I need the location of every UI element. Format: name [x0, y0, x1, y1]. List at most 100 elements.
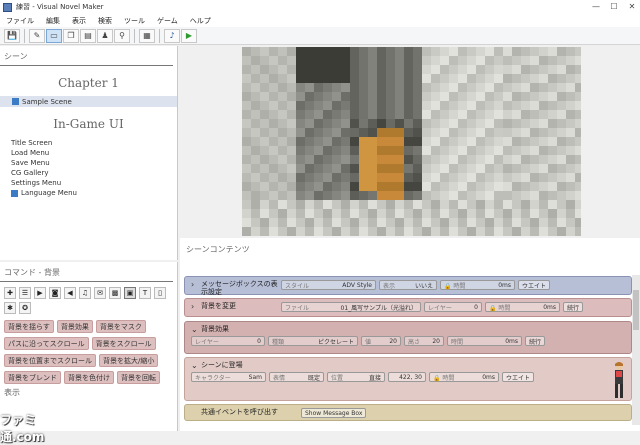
- add-category-button[interactable]: ✚: [4, 287, 16, 299]
- preview-pixel: [440, 110, 449, 119]
- sound-category-button[interactable]: ♫: [79, 287, 91, 299]
- expand-arrow-icon[interactable]: ›: [191, 302, 201, 311]
- expand-arrow-icon[interactable]: ›: [191, 280, 201, 289]
- scene-preview[interactable]: [242, 47, 581, 236]
- save-button[interactable]: 💾: [4, 28, 20, 43]
- effect-category-button[interactable]: ✪: [19, 302, 31, 314]
- command-button[interactable]: 背景をスクロール: [91, 337, 156, 350]
- command-field[interactable]: キャラクター Sam: [191, 372, 266, 382]
- command-row[interactable]: ⌄ 背景効果レイヤー 0 種類 ピクセレート 値 20 高さ 20 時間 0ms 続行: [184, 321, 632, 354]
- document-button[interactable]: ▤: [80, 28, 96, 43]
- command-button[interactable]: 背景を揺らす: [4, 320, 54, 333]
- preview-pixel: [368, 83, 377, 92]
- command-field[interactable]: 🔒 時間 0ms: [429, 372, 499, 382]
- ingame-item[interactable]: Title Screen: [0, 138, 177, 148]
- command-button[interactable]: パスに沿ってスクロール: [4, 337, 89, 350]
- command-button[interactable]: 背景を色付け: [64, 371, 114, 384]
- close-button[interactable]: ✕: [626, 1, 638, 12]
- preview-pixel: [512, 155, 521, 164]
- preview-pixel: [575, 227, 581, 236]
- database-button[interactable]: ▦: [139, 28, 155, 43]
- command-name: 背景効果: [201, 325, 229, 333]
- command-button[interactable]: 背景をブレンド: [4, 371, 61, 384]
- command-row[interactable]: › メッセージボックスの表示設定 スタイル ADV Style 表示 いいえ 🔒 時間 0ms…: [184, 276, 632, 296]
- command-field[interactable]: スタイル ADV Style: [281, 280, 376, 290]
- command-field[interactable]: 422, 30: [388, 372, 426, 382]
- link-button[interactable]: ⚲: [114, 28, 130, 43]
- ingame-item[interactable]: Settings Menu: [0, 178, 177, 188]
- toolbar-separator: [134, 28, 135, 43]
- preview-pixel: [287, 173, 296, 182]
- expand-arrow-icon[interactable]: ⌄: [191, 361, 201, 370]
- scrollbar-thumb[interactable]: [633, 290, 639, 330]
- menu-item-0[interactable]: ファイル: [6, 16, 34, 26]
- command-button[interactable]: 背景を回転: [117, 371, 160, 384]
- ingame-item[interactable]: Load Menu: [0, 148, 177, 158]
- settings-category-button[interactable]: ✱: [4, 302, 16, 314]
- ingame-item[interactable]: Language Menu: [0, 188, 177, 198]
- command-button[interactable]: 背景を拡大/縮小: [99, 354, 159, 367]
- preview-pixel: [359, 146, 368, 155]
- command-option[interactable]: ウエイト: [518, 280, 551, 290]
- command-button[interactable]: 背景効果: [56, 320, 93, 333]
- command-option[interactable]: Show Message Box: [301, 408, 367, 418]
- copy-button[interactable]: ❐: [63, 28, 79, 43]
- preview-pixel: [512, 200, 521, 209]
- command-option[interactable]: 続行: [563, 302, 584, 312]
- command-button[interactable]: 背景を位置までスクロール: [4, 354, 96, 367]
- command-field[interactable]: 位置 直接: [327, 372, 385, 382]
- command-row[interactable]: ⌄ シーンに登場 キャラクター Sam 表情 既定 位置 直接 422, 30 🔒 時間 0ms ウエ…: [184, 357, 632, 401]
- menu-item-4[interactable]: ツール: [124, 16, 145, 26]
- command-field[interactable]: 🔒 時間 0ms: [485, 302, 560, 312]
- music-button[interactable]: ♪: [164, 28, 180, 43]
- camera-category-button[interactable]: ◙: [49, 287, 61, 299]
- command-field[interactable]: ファイル 01_風写サンプル（光溢れ）: [281, 302, 421, 312]
- preview-pixel: [557, 128, 566, 137]
- preview-pixel: [575, 128, 581, 137]
- preview-pixel: [296, 227, 305, 236]
- scene-item-sample[interactable]: Sample Scene: [0, 96, 177, 107]
- command-field[interactable]: 🔒 時間 0ms: [440, 280, 515, 290]
- audio-category-button[interactable]: ◀: [64, 287, 76, 299]
- preview-pixel: [287, 56, 296, 65]
- pencil-button[interactable]: ✎: [29, 28, 45, 43]
- menu-item-5[interactable]: ゲーム: [157, 16, 178, 26]
- layer-category-button[interactable]: T: [139, 287, 151, 299]
- preview-pixel: [449, 56, 458, 65]
- ingame-item[interactable]: CG Gallery: [0, 168, 177, 178]
- menu-item-2[interactable]: 表示: [72, 16, 86, 26]
- preview-pixel: [413, 65, 422, 74]
- command-row[interactable]: 共通イベントを呼び出す Show Message Box: [184, 404, 632, 421]
- preview-pixel: [557, 164, 566, 173]
- command-field[interactable]: 表情 既定: [269, 372, 324, 382]
- ingame-item[interactable]: Save Menu: [0, 158, 177, 168]
- command-field[interactable]: 高さ 20: [404, 336, 444, 346]
- command-field[interactable]: 種類 ピクセレート: [268, 336, 358, 346]
- command-field[interactable]: 時間 0ms: [447, 336, 522, 346]
- command-button[interactable]: 背景をマスク: [95, 320, 146, 333]
- command-field[interactable]: 表示 いいえ: [379, 280, 437, 290]
- chapter-heading[interactable]: Chapter 1: [0, 76, 177, 90]
- command-row[interactable]: › 背景を変更 ファイル 01_風写サンプル（光溢れ） レイヤー 0 🔒 時間 0ms 続行: [184, 298, 632, 317]
- minimize-button[interactable]: —: [590, 1, 602, 12]
- scene-content-scrollbar[interactable]: [632, 275, 640, 425]
- command-field[interactable]: レイヤー 0: [424, 302, 482, 312]
- menu-item-1[interactable]: 編集: [46, 16, 60, 26]
- background-category-button[interactable]: ▩: [109, 287, 121, 299]
- command-field[interactable]: レイヤー 0: [191, 336, 265, 346]
- picture-category-button[interactable]: ▣: [124, 287, 136, 299]
- variable-category-button[interactable]: ▯: [154, 287, 166, 299]
- play-button[interactable]: ▶: [181, 28, 197, 43]
- command-option[interactable]: ウエイト: [502, 372, 535, 382]
- character-button[interactable]: ♟: [97, 28, 113, 43]
- maximize-button[interactable]: ☐: [608, 1, 620, 12]
- expand-arrow-icon[interactable]: ⌄: [191, 325, 201, 334]
- command-field[interactable]: 値 20: [361, 336, 401, 346]
- video-category-button[interactable]: ▶: [34, 287, 46, 299]
- command-option[interactable]: 続行: [525, 336, 546, 346]
- menu-item-3[interactable]: 検索: [98, 16, 112, 26]
- text-category-button[interactable]: ☰: [19, 287, 31, 299]
- scene-editor-button[interactable]: ▭: [46, 28, 62, 43]
- message-category-button[interactable]: ✉: [94, 287, 106, 299]
- menu-item-6[interactable]: ヘルプ: [190, 16, 211, 26]
